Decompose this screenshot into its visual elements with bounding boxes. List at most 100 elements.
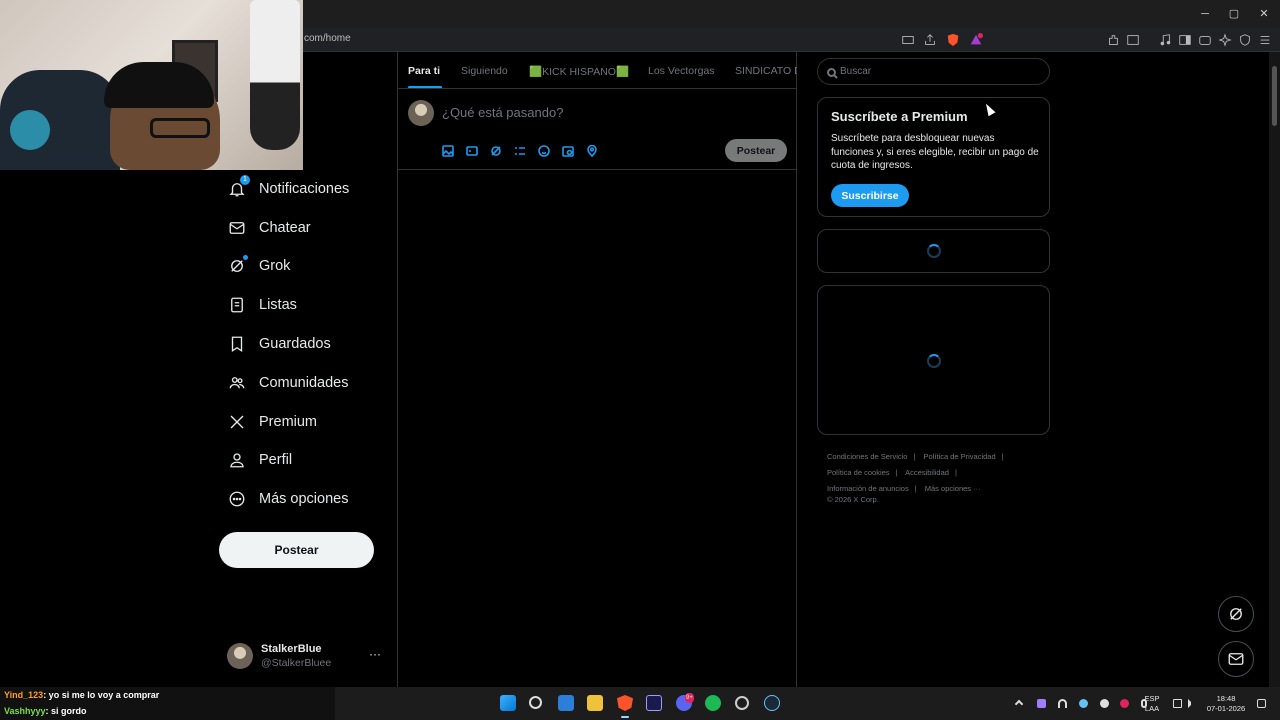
more-options-icon[interactable]: ··· [369,647,381,661]
tray-app-icon[interactable] [1100,699,1109,708]
grok-icon [1230,608,1242,620]
start-icon[interactable] [500,695,516,711]
nav-item-listas[interactable]: Listas [228,290,297,320]
tab-los-vectorgas[interactable]: Los Vectorgas [648,65,715,77]
maximize-button[interactable]: ▢ [1219,6,1249,22]
tab-kick-hispano[interactable]: 🟩KICK HISPANO🟩 [529,65,629,78]
list-icon [228,296,246,314]
subscribe-button[interactable]: Suscribirse [831,184,909,207]
cast-icon[interactable] [900,32,916,48]
footer-link[interactable]: Más opciones ··· [925,484,981,493]
menu-icon[interactable] [1257,32,1273,48]
compose-input[interactable]: ¿Qué está pasando? [442,105,563,120]
share-icon[interactable] [922,32,938,48]
spotify-icon[interactable] [705,695,721,711]
notifications-icon[interactable] [1257,699,1266,708]
account-name: StalkerBlue [261,643,322,655]
network-icon[interactable] [1173,699,1182,708]
nav-item-guardados[interactable]: Guardados [228,329,331,359]
premium-description: Suscríbete para desbloquear nuevas funci… [831,133,1039,171]
nav-label: Chatear [259,220,311,236]
clock-time: 18:48 [1216,694,1236,703]
brave-shield-icon[interactable] [945,32,961,48]
schedule-icon[interactable] [562,144,576,158]
media-icon[interactable] [1157,32,1173,48]
page-scrollbar[interactable] [1269,52,1280,687]
grok-fab-button[interactable] [1218,596,1254,632]
nav-label: Más opciones [259,491,349,507]
nav-item-mas-opciones[interactable]: Más opciones [228,484,348,514]
nav-item-premium[interactable]: Premium [228,407,317,437]
chevron-up-icon[interactable] [1014,699,1024,709]
scrollbar-thumb[interactable] [1272,66,1277,126]
loading-spinner-icon [927,354,941,368]
account-switcher[interactable]: StalkerBlue @StalkerBluee ··· [227,641,387,671]
reader-mode-icon[interactable] [1125,32,1141,48]
tab-siguiendo[interactable]: Siguiendo [461,65,508,77]
person-icon [228,451,246,469]
tray-app-icon[interactable] [1120,699,1129,708]
tab-sindicato[interactable]: SINDICATO D [735,65,797,77]
loading-card [817,229,1050,273]
close-window-button[interactable]: ✕ [1249,6,1279,22]
volume-icon[interactable] [1188,699,1197,708]
search-icon[interactable] [529,696,542,709]
clock[interactable]: 18:48 07-01-2026 [1203,694,1249,714]
nav-label: Perfil [259,452,293,468]
search-placeholder: Buscar [840,66,872,77]
sidebar-toggle-icon[interactable] [1177,32,1193,48]
chat-username: Vashhyyy [4,706,46,716]
nav-item-grok[interactable]: Grok [228,251,290,281]
footer-link[interactable]: Accesibilidad [905,468,949,477]
new-indicator-dot [243,255,248,260]
nav-item-perfil[interactable]: Perfil [228,445,292,475]
compose-post-button[interactable]: Postear [725,139,787,162]
footer-link[interactable]: Condiciones de Servicio [827,452,907,461]
chat-message: Vashhyyy: si gordo [0,703,335,719]
obs-icon[interactable] [735,696,749,710]
gif-icon[interactable] [466,144,480,158]
wallet-icon[interactable] [1197,32,1213,48]
brave-icon[interactable] [617,695,633,711]
x-logo-icon [228,413,246,431]
nav-item-comunidades[interactable]: Comunidades [228,368,348,398]
emoji-icon[interactable] [538,144,552,158]
steam-icon[interactable] [764,695,780,711]
grok-icon[interactable] [490,144,504,158]
loading-spinner-icon [927,244,941,258]
search-input[interactable]: Buscar [817,58,1050,85]
leo-ai-icon[interactable] [1217,32,1233,48]
clock-date: 07-01-2026 [1206,704,1246,713]
minimize-button[interactable]: ─ [1190,6,1220,22]
tray-app-icon[interactable] [1037,699,1046,708]
tab-para-ti[interactable]: Para ti [408,65,440,77]
poll-icon[interactable] [514,144,528,158]
discord-badge: 9+ [685,693,694,703]
language-indicator[interactable]: ESP LAA [1142,694,1162,714]
address-bar[interactable]: com/home [304,33,351,44]
location-icon[interactable] [586,144,600,158]
premiere-icon[interactable] [646,695,662,711]
steam-tray-icon[interactable] [1079,699,1088,708]
sidebar-footer: Condiciones de Servicio | Política de Pri… [827,449,1042,508]
premium-card: Suscríbete a Premium Suscríbete para des… [817,97,1050,217]
more-circle-icon [228,490,246,508]
nav-label: Comunidades [259,375,349,391]
headset-icon[interactable] [1058,699,1067,708]
post-button[interactable]: Postear [219,532,374,568]
brave-rewards-icon[interactable] [968,32,984,48]
premium-title: Suscríbete a Premium [831,109,968,124]
nav-label: Grok [259,258,291,274]
nav-item-chatear[interactable]: Chatear [228,213,311,243]
file-explorer-icon[interactable] [587,695,603,711]
image-icon[interactable] [442,144,456,158]
footer-link[interactable]: Política de Privacidad [924,452,996,461]
nav-item-notificaciones[interactable]: 1 Notificaciones [228,174,349,204]
vpn-icon[interactable] [1237,32,1253,48]
chat-text: : yo si me lo voy a comprar [43,690,160,700]
footer-link[interactable]: Política de cookies [827,468,890,477]
messages-fab-button[interactable] [1218,641,1254,677]
widgets-icon[interactable] [558,695,574,711]
stream-chat-overlay: Yind_123: yo si me lo voy a comprar Vash… [0,687,335,720]
extensions-icon[interactable] [1105,32,1121,48]
